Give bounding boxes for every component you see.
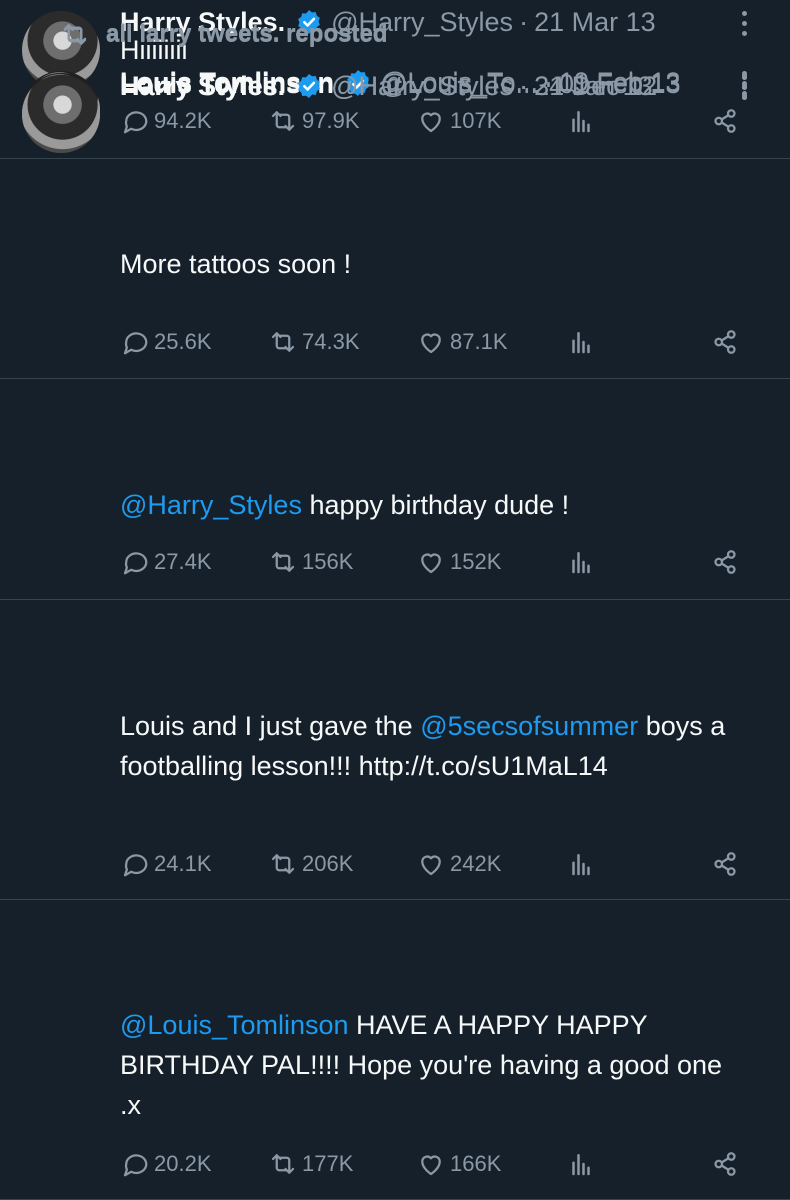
tweet-actions: 27.4K 156K 152K [0, 542, 790, 582]
like-count: 166K [450, 1151, 502, 1176]
like-button[interactable]: 242K [416, 844, 501, 884]
separator-dot: · [519, 70, 529, 101]
retweet-button[interactable]: 177K [268, 1144, 353, 1184]
like-button[interactable]: 87.1K [416, 322, 508, 362]
reply-count: 24.1K [154, 851, 212, 876]
share-button[interactable] [710, 101, 744, 141]
heart-icon [421, 112, 441, 133]
tweet-date[interactable]: 24 Dec 12 [534, 71, 657, 102]
tweet-actions: 25.6K 74.3K 87.1K [0, 322, 790, 362]
reply-count: 94.2K [154, 108, 212, 133]
reply-button[interactable]: 25.6K [120, 322, 212, 362]
share-icon [714, 1152, 736, 1176]
reply-icon [123, 854, 148, 877]
views-icon [572, 1154, 590, 1176]
tweet[interactable]: all larry tweets. reposted Louis Tomlinso… [0, 21, 790, 379]
reply-count: 20.2K [154, 1151, 212, 1176]
retweet-icon [271, 111, 295, 131]
views-button[interactable] [566, 542, 600, 582]
retweet-button[interactable]: 156K [268, 542, 353, 582]
retweet-count: 177K [302, 1151, 354, 1176]
retweet-button[interactable]: 74.3K [268, 322, 360, 362]
reply-count: 27.4K [154, 549, 212, 574]
tweet-text-segment: More tattoos soon ! [120, 249, 352, 279]
verified-badge-icon [298, 74, 320, 98]
share-button[interactable] [710, 322, 744, 362]
tweet-actions: 24.1K 206K 242K [0, 844, 790, 884]
like-button[interactable]: 152K [416, 542, 501, 582]
views-button[interactable] [566, 101, 600, 141]
retweet-count: 97.9K [302, 108, 360, 133]
heart-icon [421, 1155, 441, 1176]
retweet-icon [271, 332, 295, 352]
views-button[interactable] [566, 844, 600, 884]
mention-link[interactable]: @5secsofsummer [420, 711, 638, 741]
tweet-text: @Harry_Styles happy birthday dude ! [120, 485, 750, 525]
share-icon [714, 330, 736, 354]
repost-context: all larry tweets. reposted [60, 17, 387, 51]
retweet-button[interactable]: 206K [268, 844, 353, 884]
retweet-icon [271, 1154, 295, 1174]
heart-icon [421, 553, 441, 574]
reply-icon [123, 111, 148, 134]
tweet[interactable]: all larry tweets. reposted Louis Tomlinso… [0, 20, 790, 600]
retweet-icon [271, 854, 295, 874]
repost-label: all larry tweets. reposted [106, 20, 388, 47]
like-button[interactable]: 107K [416, 101, 501, 141]
mention-link[interactable]: @Louis_Tomlinson [120, 1010, 349, 1040]
views-icon [572, 552, 590, 574]
reply-button[interactable]: 20.2K [120, 1144, 212, 1184]
like-button[interactable]: 166K [416, 1144, 501, 1184]
share-icon [714, 550, 736, 574]
retweet-button[interactable]: 97.9K [268, 101, 360, 141]
reply-button[interactable]: 27.4K [120, 542, 212, 582]
tweet-actions: 94.2K 97.9K 107K [0, 101, 790, 141]
retweet-icon [63, 24, 87, 44]
like-count: 152K [450, 549, 502, 574]
views-button[interactable] [566, 322, 600, 362]
author-name[interactable]: Harry Styles. [120, 71, 285, 102]
heart-icon [421, 855, 441, 876]
reply-button[interactable]: 24.1K [120, 844, 212, 884]
views-icon [572, 111, 590, 133]
share-button[interactable] [710, 844, 744, 884]
mention-link[interactable]: @Harry_Styles [120, 490, 302, 520]
tweet-text: Louis and I just gave the @5secsofsummer… [120, 706, 750, 786]
author-handle[interactable]: @Harry_Styles [331, 71, 513, 102]
tweet-actions: 20.2K 177K 166K [0, 1144, 790, 1184]
tweet[interactable]: all larry tweets. reposted Harry Styles. @… [0, 20, 790, 1200]
share-icon [714, 109, 736, 133]
tweet-header: Harry Styles. @Harry_Styles · 24 Dec 12 [120, 66, 766, 106]
tweet-text: More tattoos soon ! [120, 244, 750, 284]
reply-count: 25.6K [154, 329, 212, 354]
tweet-text-segment: Louis and I just gave the [120, 711, 421, 741]
like-count: 87.1K [450, 329, 508, 354]
views-icon [572, 854, 590, 876]
reply-icon [123, 1154, 148, 1177]
views-button[interactable] [566, 1144, 600, 1184]
share-icon [714, 852, 736, 876]
like-count: 242K [450, 851, 502, 876]
tweet-text: @Louis_Tomlinson HAVE A HAPPY HAPPY BIRT… [120, 1005, 750, 1125]
retweet-count: 206K [302, 851, 354, 876]
more-dots-icon[interactable] [732, 70, 756, 104]
retweet-count: 156K [302, 549, 354, 574]
reply-icon [123, 552, 148, 575]
reply-button[interactable]: 94.2K [120, 101, 212, 141]
like-count: 107K [450, 108, 502, 133]
share-button[interactable] [710, 542, 744, 582]
tweet-text-segment: happy birthday dude ! [301, 490, 570, 520]
reply-icon [123, 332, 148, 355]
avatar[interactable] [22, 75, 100, 153]
share-button[interactable] [710, 1144, 744, 1184]
views-icon [572, 332, 590, 354]
heart-icon [421, 333, 441, 354]
retweet-icon [271, 552, 295, 572]
retweet-count: 74.3K [302, 329, 360, 354]
tweet[interactable]: all larry tweets. reposted Harry Styles. @… [0, 20, 790, 900]
